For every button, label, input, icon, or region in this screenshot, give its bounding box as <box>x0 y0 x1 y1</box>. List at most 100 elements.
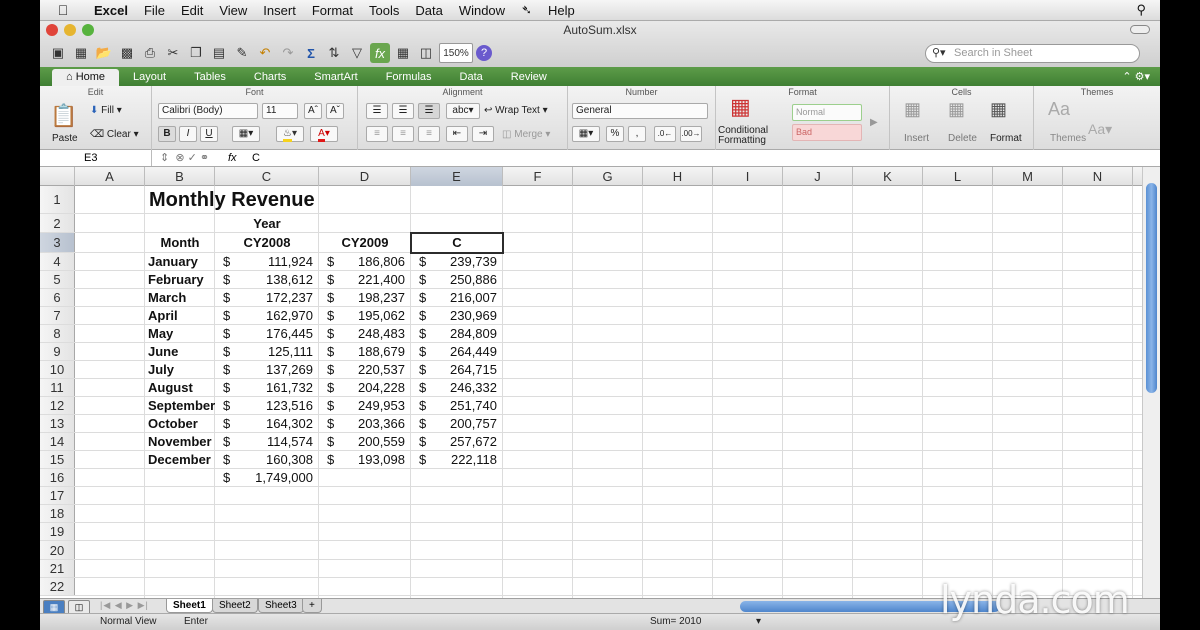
row-header[interactable]: 17 <box>40 487 75 504</box>
column-header-j[interactable]: J <box>783 167 853 186</box>
paste-icon[interactable]: ▤ <box>209 43 229 63</box>
row-header[interactable]: 6 <box>40 289 75 306</box>
row-header[interactable]: 21 <box>40 560 75 577</box>
menu-view[interactable]: View <box>211 3 255 18</box>
value-cell[interactable]: 186,806 <box>319 253 405 271</box>
delete-cells-icon[interactable]: ▦ <box>948 100 965 118</box>
value-cell[interactable]: 246,332 <box>411 379 497 397</box>
value-cell[interactable]: 222,118 <box>411 451 497 469</box>
menu-insert[interactable]: Insert <box>255 3 304 18</box>
redo-icon[interactable]: ↷ <box>278 43 298 63</box>
comma-style-button[interactable]: , <box>628 126 646 142</box>
name-box[interactable]: E3 <box>40 150 152 166</box>
value-cell[interactable]: 114,574 <box>215 433 313 451</box>
script-icon[interactable]: ➴ <box>513 2 540 18</box>
month-cell[interactable]: September <box>148 397 215 415</box>
wrap-text-button[interactable]: ↩ Wrap Text ▾ <box>484 104 548 118</box>
row-header[interactable]: 16 <box>40 469 75 486</box>
column-header-l[interactable]: L <box>923 167 993 186</box>
row-header[interactable]: 10 <box>40 361 75 378</box>
menu-window[interactable]: Window <box>451 3 513 18</box>
copy-icon[interactable]: ❐ <box>186 43 206 63</box>
column-header-c[interactable]: C <box>215 167 319 186</box>
shrink-font-icon[interactable]: Aˇ <box>326 103 344 119</box>
theme-fonts-icon[interactable]: Aa▾ <box>1088 122 1112 136</box>
month-cell[interactable]: May <box>148 325 173 343</box>
menu-edit[interactable]: Edit <box>173 3 211 18</box>
format-cells-icon[interactable]: ▦ <box>990 100 1007 118</box>
row-header[interactable]: 11 <box>40 379 75 396</box>
month-cell[interactable]: November <box>148 433 212 451</box>
menu-app[interactable]: Excel <box>86 3 136 18</box>
filter-icon[interactable]: ▽ <box>347 43 367 63</box>
row-header[interactable]: 12 <box>40 397 75 414</box>
format-cells-button[interactable]: Format <box>990 132 1022 146</box>
spotlight-icon[interactable]: ⚲ <box>1136 2 1160 18</box>
tab-home[interactable]: ⌂ Home <box>52 69 120 86</box>
templates-icon[interactable]: ▦ <box>71 43 91 63</box>
row-header[interactable]: 15 <box>40 451 75 468</box>
increase-decimal-icon[interactable]: .0← <box>654 126 676 142</box>
align-right-icon[interactable]: ≡ <box>418 126 440 142</box>
row-header[interactable]: 4 <box>40 253 75 270</box>
cancel-entry-icon[interactable]: ⊗ <box>175 152 184 164</box>
align-left-icon[interactable]: ≡ <box>366 126 388 142</box>
delete-cells-button[interactable]: Delete <box>948 132 977 146</box>
value-cell[interactable]: 161,732 <box>215 379 313 397</box>
row-header[interactable]: 18 <box>40 505 75 522</box>
column-header-a[interactable]: A <box>75 167 145 186</box>
styles-more-icon[interactable]: ▶ <box>870 116 878 130</box>
column-header-b[interactable]: B <box>145 167 215 186</box>
undo-icon[interactable]: ↶ <box>255 43 275 63</box>
open-icon[interactable]: 📂 <box>94 43 114 63</box>
value-cell[interactable]: 123,516 <box>215 397 313 415</box>
style-normal[interactable]: Normal <box>792 104 862 121</box>
row-header[interactable]: 19 <box>40 523 75 540</box>
sheet-tab-3[interactable]: Sheet3 <box>258 599 304 613</box>
percent-style-button[interactable]: % <box>606 126 624 142</box>
column-header-f[interactable]: F <box>503 167 573 186</box>
value-cell[interactable]: 216,007 <box>411 289 497 307</box>
value-cell[interactable]: 257,672 <box>411 433 497 451</box>
value-cell[interactable]: 230,969 <box>411 307 497 325</box>
value-cell[interactable]: 160,308 <box>215 451 313 469</box>
sheet-title-cell[interactable]: Monthly Revenue <box>149 186 315 214</box>
font-color-icon[interactable]: A▾ <box>310 126 338 142</box>
insert-cells-button[interactable]: Insert <box>904 132 929 146</box>
value-cell[interactable]: 138,612 <box>215 271 313 289</box>
gallery-icon[interactable]: ▦ <box>393 43 413 63</box>
italic-button[interactable]: I <box>179 126 197 142</box>
cy2008-header-cell[interactable]: CY2008 <box>215 233 319 253</box>
align-bottom-icon[interactable]: ☰ <box>418 103 440 119</box>
column-header-k[interactable]: K <box>853 167 923 186</box>
autosum-icon[interactable]: Σ <box>301 43 321 63</box>
fill-color-icon[interactable]: ♨▾ <box>276 126 304 142</box>
tab-review[interactable]: Review <box>497 69 561 86</box>
value-cell[interactable]: 125,111 <box>215 343 313 361</box>
decrease-decimal-icon[interactable]: .00→ <box>680 126 702 142</box>
month-cell[interactable]: April <box>148 307 178 325</box>
align-center-icon[interactable]: ≡ <box>392 126 414 142</box>
value-cell[interactable]: 239,739 <box>411 253 497 271</box>
zoom-select[interactable]: 150% <box>439 43 473 63</box>
value-cell[interactable]: 264,715 <box>411 361 497 379</box>
themes-icon[interactable]: Aa <box>1048 100 1070 118</box>
row-header[interactable]: 5 <box>40 271 75 288</box>
value-cell[interactable]: 195,062 <box>319 307 405 325</box>
row-header[interactable]: 13 <box>40 415 75 432</box>
currency-format-icon[interactable]: ▦▾ <box>572 126 600 142</box>
month-cell[interactable]: June <box>148 343 178 361</box>
tab-data[interactable]: Data <box>446 69 497 86</box>
formula-input[interactable]: C <box>252 150 260 166</box>
value-cell[interactable]: 198,237 <box>319 289 405 307</box>
cy2009-header-cell[interactable]: CY2009 <box>319 233 411 253</box>
value-cell[interactable]: 250,886 <box>411 271 497 289</box>
menu-help[interactable]: Help <box>540 3 583 18</box>
decrease-indent-icon[interactable]: ⇤ <box>446 126 468 142</box>
row-header[interactable]: 8 <box>40 325 75 342</box>
month-cell[interactable]: March <box>148 289 186 307</box>
value-cell[interactable]: 176,445 <box>215 325 313 343</box>
menu-file[interactable]: File <box>136 3 173 18</box>
insert-cells-icon[interactable]: ▦ <box>904 100 921 118</box>
new-workbook-icon[interactable]: ▣ <box>48 43 68 63</box>
